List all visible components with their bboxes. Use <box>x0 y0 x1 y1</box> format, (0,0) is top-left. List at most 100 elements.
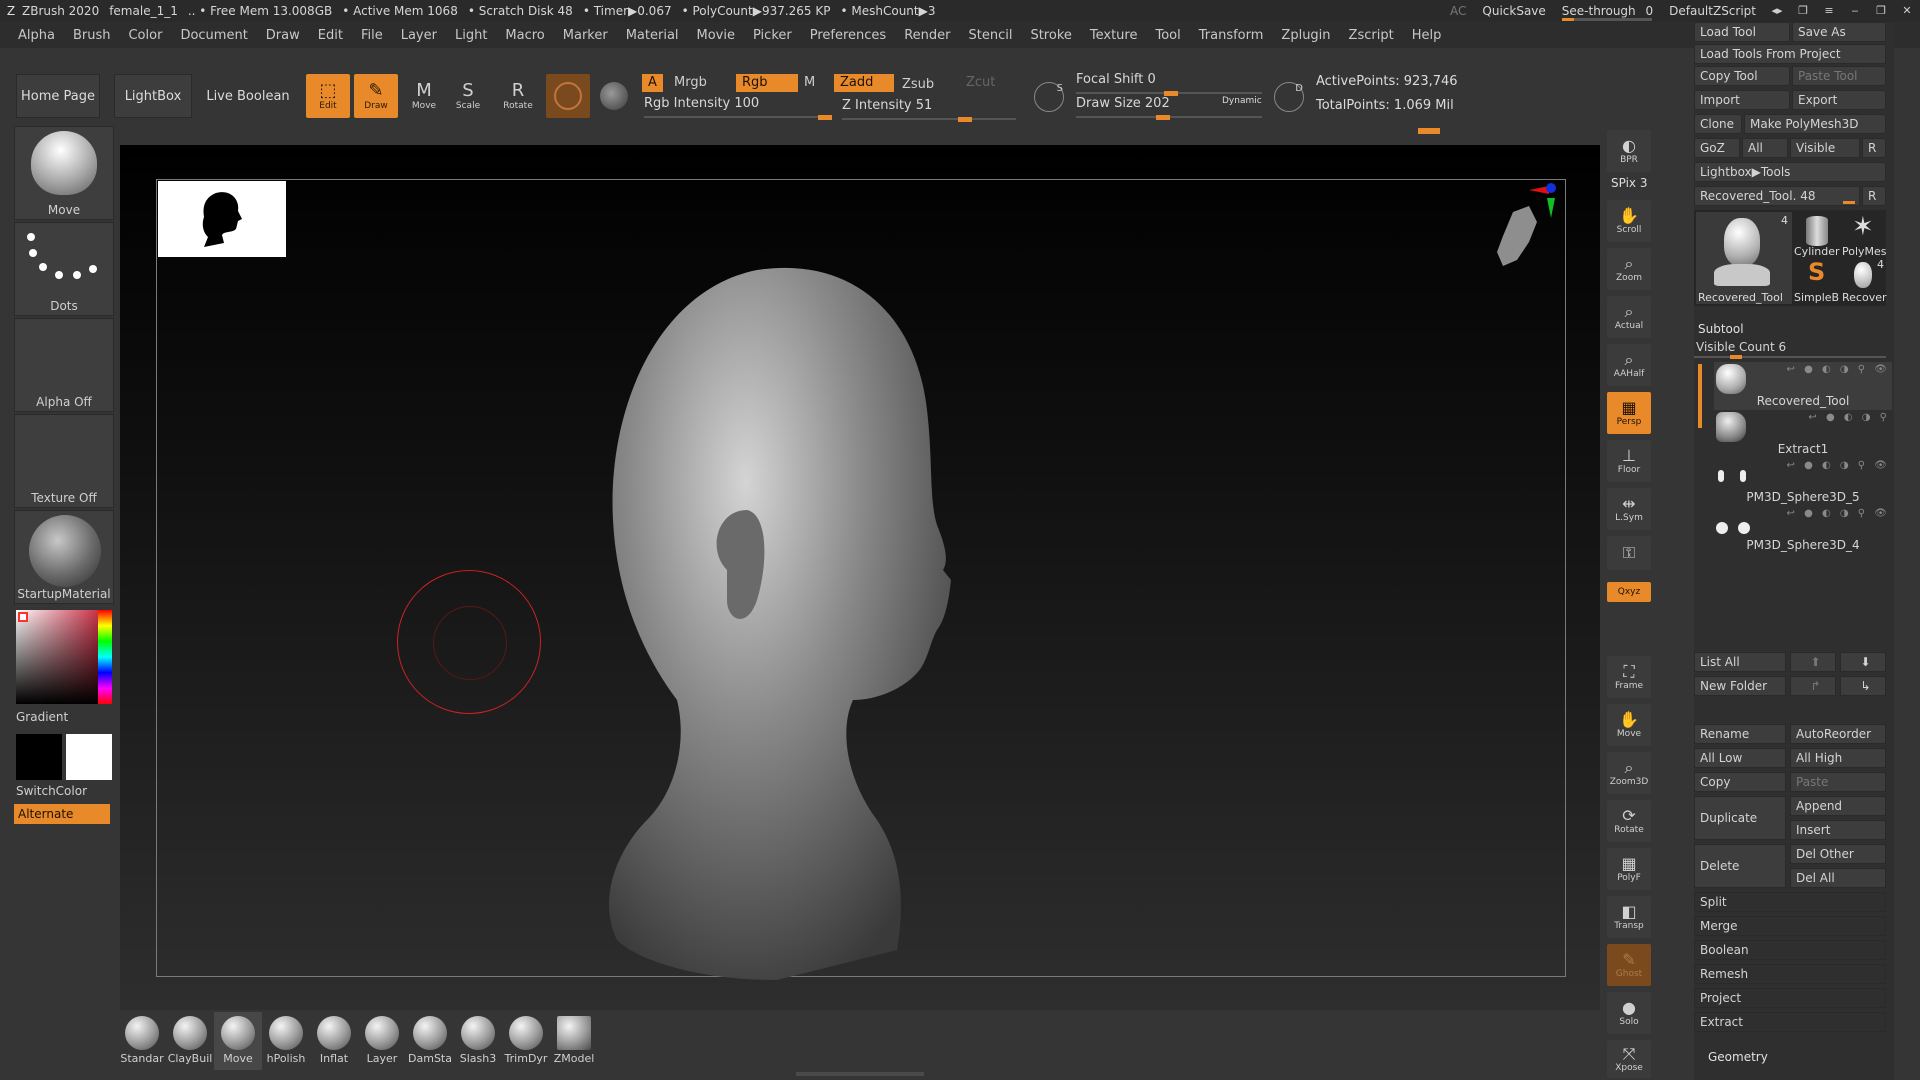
rgb-intensity-slider[interactable]: Rgb Intensity 100 <box>644 96 832 120</box>
m-toggle[interactable]: M <box>798 74 821 92</box>
load-tool-button[interactable]: Load Tool <box>1694 22 1790 42</box>
import-button[interactable]: Import <box>1694 90 1790 110</box>
subtool-controls[interactable]: ↩ ● ◐ ◑ ⚲ <box>1808 412 1890 423</box>
scale-button[interactable]: S Scale <box>446 74 490 118</box>
gradient-label[interactable]: Gradient <box>16 710 68 724</box>
recovered-tool-r-button[interactable]: R <box>1862 186 1886 206</box>
copy-tool-button[interactable]: Copy Tool <box>1694 66 1790 86</box>
canvas[interactable] <box>120 145 1600 1010</box>
paste-tool-button[interactable]: Paste Tool <box>1792 66 1886 86</box>
aahalf-button[interactable]: ⌕ AAHalf <box>1607 344 1651 386</box>
zadd-toggle[interactable]: Zadd <box>834 74 894 92</box>
clone-button[interactable]: Clone <box>1694 114 1742 134</box>
lazy-mouse-d-icon[interactable]: D <box>1274 82 1304 112</box>
material-swatch-button[interactable] <box>546 74 590 118</box>
goz-all-button[interactable]: All <box>1742 138 1788 158</box>
brush-selector[interactable]: Move <box>14 126 114 220</box>
menu-help[interactable]: Help <box>1412 28 1442 43</box>
draw-button[interactable]: ✎ Draw <box>354 74 398 118</box>
move-button[interactable]: M Move <box>402 74 446 118</box>
paste-subtool-button[interactable]: Paste <box>1790 772 1886 792</box>
spix-slider[interactable]: SPix 3 <box>1611 176 1647 190</box>
menu-render[interactable]: Render <box>904 28 950 43</box>
split-section[interactable]: Split <box>1694 892 1886 912</box>
subtool-row[interactable]: ↩ ● ◐ ◑ ⚲ 👁 PM3D_Sphere3D_4 <box>1714 506 1892 554</box>
brush-slot-trimdynamic[interactable]: TrimDyr <box>502 1012 550 1070</box>
color-sphere-icon[interactable] <box>600 82 628 110</box>
switchcolor-button[interactable]: SwitchColor <box>16 784 87 798</box>
del-all-button[interactable]: Del All <box>1790 868 1886 888</box>
brush-slot-inflat[interactable]: Inflat <box>310 1012 358 1070</box>
boolean-section[interactable]: Boolean <box>1694 940 1886 960</box>
project-section[interactable]: Project <box>1694 988 1886 1008</box>
xyz-button[interactable]: Qxyz <box>1607 582 1651 602</box>
alternate-button[interactable]: Alternate <box>14 804 110 824</box>
ghost-button[interactable]: ✎ Ghost <box>1607 944 1651 986</box>
all-high-button[interactable]: All High <box>1790 748 1886 768</box>
focal-shift-slider[interactable]: Focal Shift 0 <box>1076 72 1262 96</box>
menu-zplugin[interactable]: Zplugin <box>1281 28 1330 43</box>
tool-thumb-polymesh[interactable]: ✶ PolyMes <box>1842 212 1887 258</box>
bottom-tray-handle[interactable] <box>796 1072 924 1076</box>
all-low-button[interactable]: All Low <box>1694 748 1786 768</box>
subtool-controls[interactable]: ↩ ● ◐ ◑ ⚲ 👁 <box>1787 364 1890 375</box>
menu-preferences[interactable]: Preferences <box>810 28 886 43</box>
save-as-button[interactable]: Save As <box>1792 22 1886 42</box>
duplicate-button[interactable]: Duplicate <box>1694 796 1786 840</box>
make-polymesh3d-button[interactable]: Make PolyMesh3D <box>1744 114 1886 134</box>
navigation-silhouette[interactable] <box>158 181 286 257</box>
close-icon[interactable]: ✕ <box>1898 4 1916 18</box>
copy-subtool-button[interactable]: Copy <box>1694 772 1786 792</box>
menu-draw[interactable]: Draw <box>266 28 300 43</box>
minimize-icon[interactable]: ‒ <box>1846 4 1864 18</box>
restore-icon[interactable]: ❐ <box>1872 4 1890 18</box>
move-view-button[interactable]: ✋ Move <box>1607 704 1651 746</box>
brush-slot-claybuildup[interactable]: ClayBuil <box>166 1012 214 1070</box>
menu-marker[interactable]: Marker <box>563 28 608 43</box>
menu-light[interactable]: Light <box>455 28 487 43</box>
insert-button[interactable]: Insert <box>1790 820 1886 840</box>
scroll-button[interactable]: ✋ Scroll <box>1607 200 1651 242</box>
rename-button[interactable]: Rename <box>1694 724 1786 744</box>
subtool-controls[interactable]: ↩ ● ◐ ◑ ⚲ 👁 <box>1787 460 1890 471</box>
tool-thumb-recover[interactable]: 4 Recover <box>1842 258 1887 304</box>
brush-slot-damstandard[interactable]: DamSta <box>406 1012 454 1070</box>
z-intensity-slider[interactable]: Z Intensity 51 <box>842 98 1016 122</box>
goz-button[interactable]: GoZ <box>1694 138 1740 158</box>
quicksave-button[interactable]: QuickSave <box>1482 4 1545 18</box>
main-color-chip[interactable] <box>18 612 28 622</box>
menu-edit[interactable]: Edit <box>318 28 343 43</box>
windows-icon[interactable]: ❐ <box>1794 4 1812 18</box>
menu-layer[interactable]: Layer <box>401 28 437 43</box>
menu-texture[interactable]: Texture <box>1090 28 1138 43</box>
color-picker[interactable] <box>16 610 112 704</box>
brush-slot-slash3[interactable]: Slash3 <box>454 1012 502 1070</box>
rotate-button[interactable]: R Rotate <box>496 74 540 118</box>
export-button[interactable]: Export <box>1792 90 1886 110</box>
tool-thumb-cylinder[interactable]: Cylinder <box>1794 212 1840 258</box>
tool-thumb-recovered[interactable]: 4 Recovered_Tool <box>1696 212 1792 304</box>
frame-button[interactable]: ⛶ Frame <box>1607 656 1651 698</box>
alpha-selector[interactable]: Alpha Off <box>14 318 114 412</box>
menu-alpha[interactable]: Alpha <box>18 28 55 43</box>
autoreorder-button[interactable]: AutoReorder <box>1790 724 1886 744</box>
edit-button[interactable]: ⬚ Edit <box>306 74 350 118</box>
live-boolean-button[interactable]: Live Boolean <box>204 74 292 118</box>
xpose-button[interactable]: ⤧ Xpose <box>1607 1040 1651 1078</box>
persp-button[interactable]: ▦ Persp <box>1607 392 1651 434</box>
stroke-selector[interactable]: Dots <box>14 222 114 316</box>
menu-tool[interactable]: Tool <box>1155 28 1180 43</box>
brush-slot-move[interactable]: Move <box>214 1012 262 1070</box>
menu-stroke[interactable]: Stroke <box>1030 28 1071 43</box>
layout-toggle-icon[interactable]: ◂▸ <box>1768 4 1786 18</box>
load-tools-from-project-button[interactable]: Load Tools From Project <box>1694 44 1886 64</box>
home-page-button[interactable]: Home Page <box>16 74 100 118</box>
extract-section[interactable]: Extract <box>1694 1012 1886 1032</box>
menu-movie[interactable]: Movie <box>697 28 735 43</box>
menu-stencil[interactable]: Stencil <box>968 28 1012 43</box>
default-zscript-button[interactable]: DefaultZScript <box>1669 4 1756 18</box>
move-up-arrow-icon[interactable]: ⬆ <box>1790 652 1836 672</box>
material-selector[interactable]: StartupMaterial <box>14 510 114 604</box>
head-model[interactable] <box>577 260 1017 980</box>
subtool-row[interactable]: ↩ ● ◐ ◑ ⚲ 👁 Recovered_Tool <box>1714 362 1892 410</box>
